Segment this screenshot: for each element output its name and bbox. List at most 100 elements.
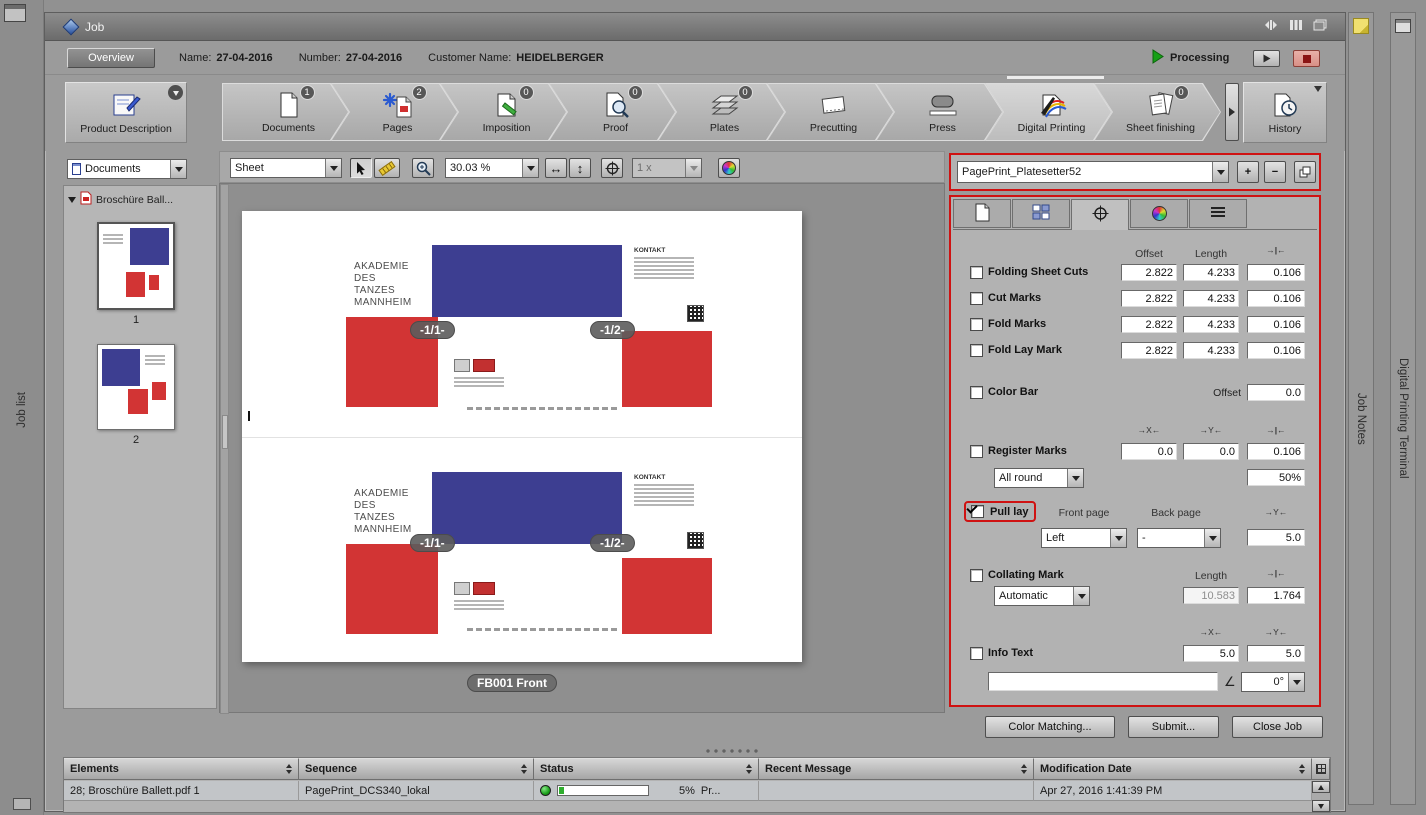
table-row-recent-message-cell[interactable] xyxy=(759,781,1034,801)
center-view-button[interactable] xyxy=(601,158,623,178)
close-job-button[interactable]: Close Job xyxy=(1232,716,1323,738)
info-text-angle-select[interactable]: 0° xyxy=(1241,672,1305,692)
cut-marks-length[interactable] xyxy=(1183,290,1239,307)
page-thumbnail-1[interactable] xyxy=(97,222,175,310)
column-header-sequence[interactable]: Sequence xyxy=(299,758,534,780)
submit-button[interactable]: Submit... xyxy=(1128,716,1219,738)
fold-lay-mark-checkbox[interactable] xyxy=(970,344,983,357)
fold-lay-mark-width[interactable] xyxy=(1247,342,1305,359)
split-view-icon[interactable] xyxy=(1263,19,1279,34)
table-splitter-handle[interactable] xyxy=(45,746,1345,755)
table-row-elements-cell[interactable]: 28; Broschüre Ballett.pdf 1 xyxy=(64,781,299,801)
collating-width[interactable] xyxy=(1247,587,1305,604)
documents-view-select[interactable]: Documents xyxy=(67,159,187,179)
remove-device-button[interactable]: − xyxy=(1264,161,1286,183)
job-list-rail[interactable]: Job list xyxy=(0,0,44,815)
digital-printing-terminal-rail[interactable]: Digital Printing Terminal xyxy=(1390,12,1416,805)
register-marks-x[interactable] xyxy=(1121,443,1177,460)
workflow-step-precutting[interactable]: Precutting xyxy=(767,83,894,141)
add-device-button[interactable]: + xyxy=(1237,161,1259,183)
folding-sheet-cuts-offset[interactable] xyxy=(1121,264,1177,281)
column-header-elements[interactable]: Elements xyxy=(64,758,299,780)
column-header-modification-date[interactable]: Modification Date xyxy=(1034,758,1312,780)
workflow-product-description[interactable]: Product Description xyxy=(65,82,187,143)
info-text-y[interactable] xyxy=(1247,645,1305,662)
pull-lay-y-value[interactable] xyxy=(1247,529,1305,546)
register-marks-y[interactable] xyxy=(1183,443,1239,460)
workflow-history[interactable]: History xyxy=(1243,82,1327,143)
workflow-step-plates[interactable]: 0 Plates xyxy=(658,83,785,141)
folding-sheet-cuts-width[interactable] xyxy=(1247,264,1305,281)
collating-mark-checkbox[interactable] xyxy=(970,569,983,582)
color-bar-offset[interactable] xyxy=(1247,384,1305,401)
overview-button[interactable]: Overview xyxy=(67,48,155,68)
cut-marks-width[interactable] xyxy=(1247,290,1305,307)
terminal-icon[interactable] xyxy=(1395,19,1411,33)
info-text-checkbox[interactable] xyxy=(970,647,983,660)
workflow-step-sheet-finishing[interactable]: 0 Sheet finishing xyxy=(1094,83,1221,141)
fold-marks-checkbox[interactable] xyxy=(970,318,983,331)
history-menu-icon[interactable] xyxy=(1314,86,1322,96)
table-row-date-cell[interactable]: Apr 27, 2016 1:41:39 PM xyxy=(1034,781,1312,801)
workflow-scroll-right-button[interactable] xyxy=(1225,83,1239,141)
color-matching-button[interactable]: Color Matching... xyxy=(985,716,1115,738)
view-mode-select[interactable]: Sheet xyxy=(230,158,342,178)
workflow-step-digital-printing[interactable]: Digital Printing xyxy=(985,83,1112,141)
sheet-preview-canvas[interactable]: AKADEMIEDESTANZESMANNHEIM KONTAKT -1/1- … xyxy=(219,183,945,713)
zoom-level-select[interactable]: 30.03 % xyxy=(445,158,539,178)
workflow-step-press[interactable]: Press xyxy=(876,83,1003,141)
color-bar-checkbox[interactable] xyxy=(970,386,983,399)
tab-output-options[interactable] xyxy=(1189,199,1247,228)
cut-marks-checkbox[interactable] xyxy=(970,292,983,305)
resume-button[interactable] xyxy=(1253,50,1280,67)
tab-layout[interactable] xyxy=(1012,199,1070,228)
folding-sheet-cuts-checkbox[interactable] xyxy=(970,266,983,279)
cascade-windows-icon[interactable] xyxy=(1313,19,1327,34)
register-marks-checkbox[interactable] xyxy=(970,445,983,458)
column-header-recent-message[interactable]: Recent Message xyxy=(759,758,1034,780)
cut-marks-offset[interactable] xyxy=(1121,290,1177,307)
workflow-step-pages[interactable]: 2 Pages xyxy=(331,83,458,141)
pull-lay-back-select[interactable]: - xyxy=(1137,528,1221,548)
fit-width-button[interactable]: ↔ xyxy=(545,158,567,178)
workflow-step-documents[interactable]: 1 Documents xyxy=(222,83,349,141)
workflow-step-proof[interactable]: 0 Proof xyxy=(549,83,676,141)
workflow-step-imposition[interactable]: 0 Imposition xyxy=(440,83,567,141)
tile-columns-icon[interactable] xyxy=(1289,19,1303,34)
tab-marks[interactable] xyxy=(1071,199,1129,230)
document-tree-item[interactable]: Broschüre Ball... xyxy=(68,191,214,208)
register-marks-width[interactable] xyxy=(1247,443,1305,460)
stop-button[interactable] xyxy=(1293,50,1320,67)
folding-sheet-cuts-length[interactable] xyxy=(1183,264,1239,281)
scale-select[interactable]: 1 x xyxy=(632,158,702,178)
fold-lay-mark-length[interactable] xyxy=(1183,342,1239,359)
page-thumbnail-2[interactable] xyxy=(97,344,175,430)
job-notes-icon[interactable] xyxy=(1353,18,1369,34)
job-notes-rail[interactable]: Job Notes xyxy=(1348,12,1374,805)
pull-lay-checkbox[interactable] xyxy=(971,505,984,518)
info-text-input[interactable] xyxy=(988,672,1218,691)
tree-expander-icon[interactable] xyxy=(68,197,76,207)
tab-color[interactable] xyxy=(1130,199,1188,228)
product-description-menu-icon[interactable] xyxy=(168,85,183,100)
collating-mode-select[interactable]: Automatic xyxy=(994,586,1090,606)
table-row-status-cell[interactable]: 5% Pr... xyxy=(534,781,759,801)
pull-lay-front-select[interactable]: Left xyxy=(1041,528,1127,548)
output-device-select[interactable]: PagePrint_Platesetter52 xyxy=(957,161,1229,183)
canvas-vertical-scrollbar[interactable] xyxy=(220,184,229,714)
job-list-icon[interactable] xyxy=(4,4,26,22)
register-marks-percent[interactable] xyxy=(1247,469,1305,486)
column-header-status[interactable]: Status xyxy=(534,758,759,780)
separations-button[interactable] xyxy=(718,158,740,178)
duplicate-device-button[interactable] xyxy=(1294,161,1316,183)
scroll-up-button[interactable] xyxy=(1312,781,1330,793)
table-config-button[interactable] xyxy=(1312,758,1330,780)
collating-length[interactable] xyxy=(1183,587,1239,604)
pointer-tool-button[interactable] xyxy=(350,158,372,178)
scroll-down-button[interactable] xyxy=(1312,800,1330,812)
fold-marks-offset[interactable] xyxy=(1121,316,1177,333)
register-marks-mode-select[interactable]: All round xyxy=(994,468,1084,488)
tab-sheet[interactable] xyxy=(953,199,1011,228)
panel-toggle-icon[interactable] xyxy=(13,798,31,810)
table-row-sequence-cell[interactable]: PagePrint_DCS340_lokal xyxy=(299,781,534,801)
